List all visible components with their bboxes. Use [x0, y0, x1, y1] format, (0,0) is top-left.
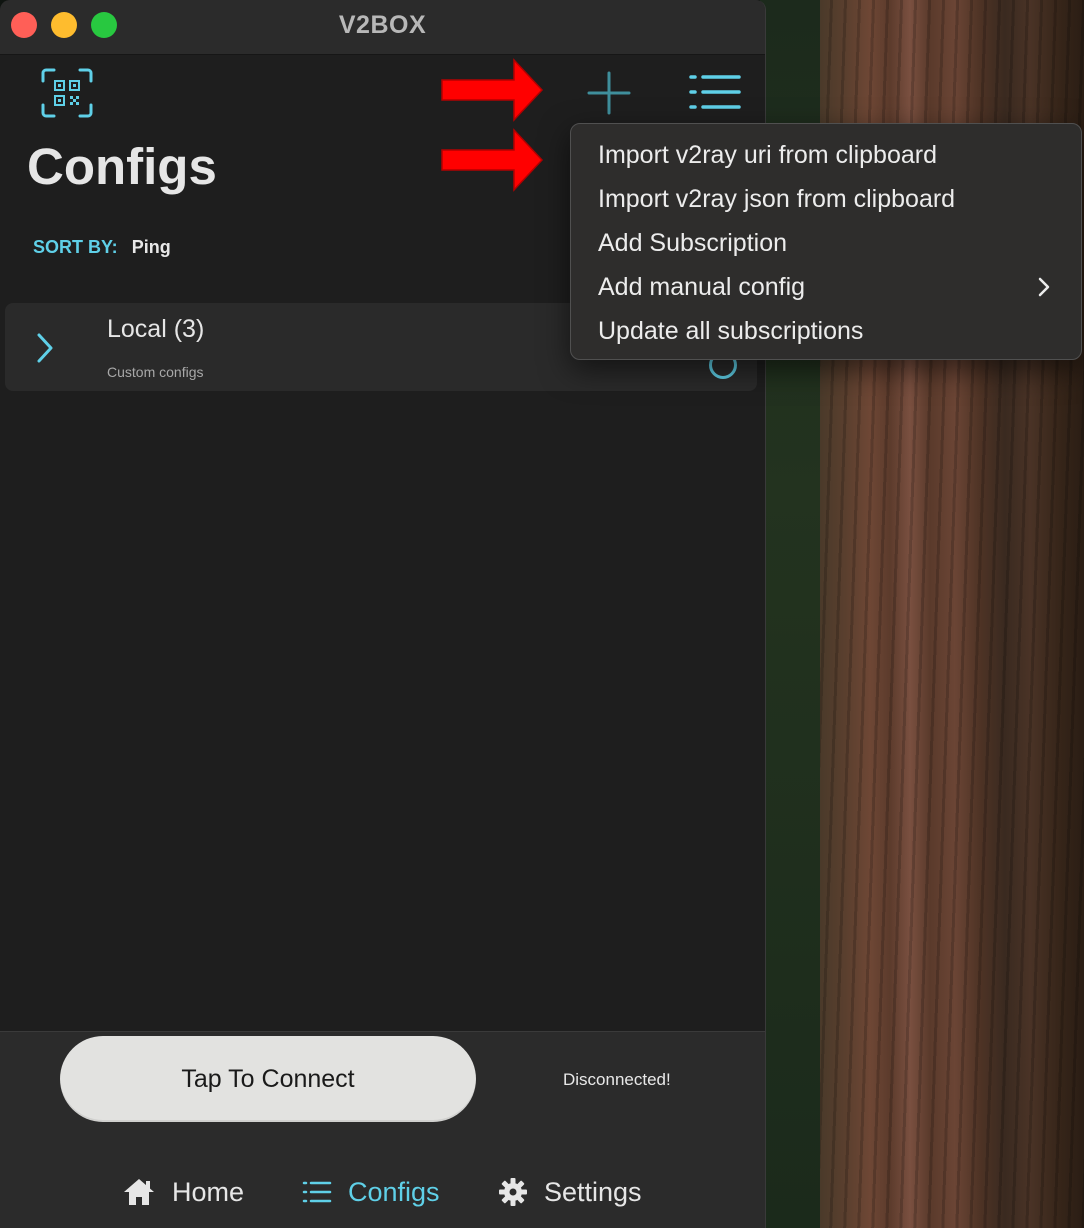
nav-settings[interactable]: Settings: [498, 1172, 642, 1212]
page-title: Configs: [27, 138, 217, 195]
sort-label: SORT BY:: [33, 237, 118, 257]
menu-list-button[interactable]: [688, 72, 742, 112]
list-icon: [302, 1181, 332, 1203]
nav-configs-label: Configs: [348, 1176, 440, 1207]
menu-item-import-json[interactable]: Import v2ray json from clipboard: [598, 179, 1061, 219]
sort-value[interactable]: Ping: [132, 237, 171, 257]
menu-item-label: Add manual config: [598, 273, 806, 301]
nav-settings-label: Settings: [544, 1176, 642, 1207]
chevron-right-icon[interactable]: [33, 331, 57, 365]
gear-icon: [499, 1178, 527, 1206]
qr-scan-icon: [41, 68, 93, 118]
chevron-right-icon: [1038, 277, 1050, 297]
list-icon: [689, 75, 741, 109]
group-title: Local (3): [107, 315, 205, 343]
menu-item-add-manual-config[interactable]: Add manual config: [598, 267, 1061, 307]
qr-scan-button[interactable]: [40, 67, 94, 119]
group-subtitle: Custom configs: [107, 364, 204, 380]
plus-icon: [587, 71, 631, 115]
add-config-menu: Import v2ray uri from clipboard Import v…: [570, 123, 1082, 360]
connect-button[interactable]: Tap To Connect: [60, 1036, 476, 1122]
menu-item-add-subscription[interactable]: Add Subscription: [598, 223, 1061, 263]
title-bar: V2BOX: [0, 0, 765, 55]
window-title: V2BOX: [338, 11, 427, 39]
nav-home-label: Home: [172, 1176, 245, 1207]
add-config-button[interactable]: [584, 68, 634, 118]
menu-item-update-subscriptions[interactable]: Update all subscriptions: [598, 311, 1061, 351]
annotation-arrow: [441, 58, 544, 122]
sort-control[interactable]: SORT BY: Ping: [33, 237, 171, 258]
connection-status: Disconnected!: [563, 1070, 671, 1089]
menu-item-import-uri[interactable]: Import v2ray uri from clipboard: [598, 135, 1061, 175]
nav-configs[interactable]: Configs: [302, 1172, 440, 1212]
home-icon: [124, 1179, 154, 1205]
annotation-arrow: [441, 128, 544, 192]
bottom-panel: Tap To Connect Disconnected! Home Config…: [0, 1031, 765, 1228]
nav-home[interactable]: Home: [122, 1172, 244, 1212]
